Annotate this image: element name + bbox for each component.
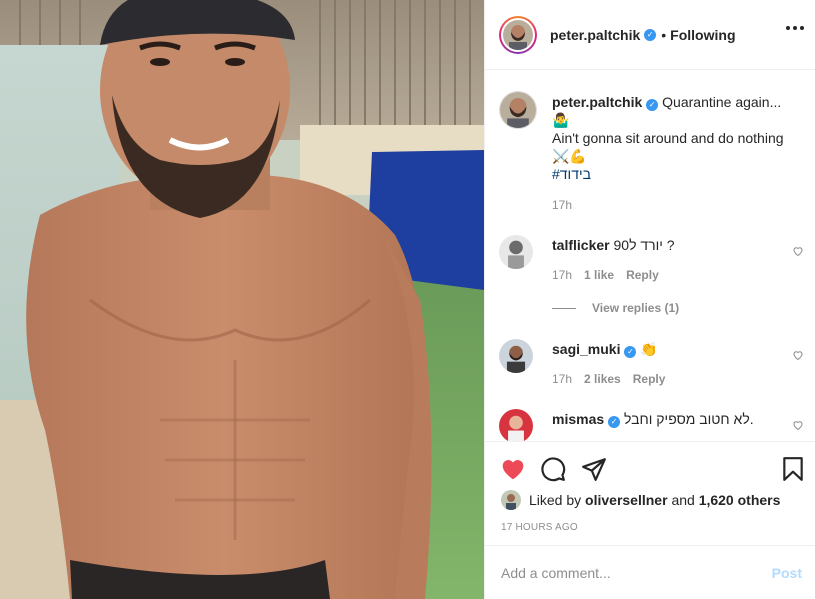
share-icon[interactable] — [581, 456, 607, 482]
reply-button[interactable]: Reply — [633, 372, 666, 386]
heart-filled-icon[interactable] — [500, 456, 526, 482]
liked-by-and: and — [671, 492, 695, 508]
comment-item: talflicker יורד ל90 ? 17h 1 like Reply Vie… — [499, 235, 804, 325]
author-avatar-image — [503, 19, 533, 50]
post-side-panel: peter.paltchik ✓ • Following peter.paltc… — [484, 0, 815, 599]
post-photo[interactable] — [0, 0, 484, 599]
comment-text: mismas ✓ לא חטוב מספיק וחבל. — [552, 410, 784, 428]
comment-likes[interactable]: 2 likes — [584, 372, 621, 386]
others-count-link[interactable]: 1,620 others — [699, 492, 781, 508]
post-header: peter.paltchik ✓ • Following — [485, 0, 815, 70]
post-button[interactable]: Post — [772, 565, 802, 581]
commenter-avatar-image — [499, 409, 533, 441]
comment-item: sagi_muki ✓ 👏 17h 2 likes Reply — [499, 339, 804, 399]
caption-text: peter.paltchik ✓ Quarantine again... 🤷‍♂️… — [552, 93, 784, 183]
commenter-avatar[interactable] — [499, 339, 533, 373]
view-replies-label: View replies (1) — [592, 301, 680, 315]
comment-body: לא חטוב מספיק וחבל. — [624, 411, 754, 427]
caption-emoji1: 🤷‍♂️ — [552, 112, 570, 128]
liker-avatar-image — [501, 490, 521, 510]
comment-username[interactable]: mismas — [552, 411, 604, 427]
comment-composer: Post — [485, 545, 815, 599]
comment-text: talflicker יורד ל90 ? — [552, 236, 784, 254]
replies-divider — [552, 307, 576, 309]
caption-hashtag[interactable]: #בידוד — [552, 166, 591, 182]
heart-outline-icon[interactable] — [792, 419, 804, 431]
caption-time[interactable]: 17h — [552, 198, 572, 212]
comments-list[interactable]: peter.paltchik ✓ Quarantine again... 🤷‍♂️… — [485, 71, 815, 441]
following-button[interactable]: Following — [670, 27, 735, 43]
reply-button[interactable]: Reply — [626, 268, 659, 282]
caption-avatar[interactable] — [499, 91, 537, 129]
verified-icon: ✓ — [644, 28, 657, 41]
caption: peter.paltchik ✓ Quarantine again... 🤷‍♂️… — [499, 91, 804, 221]
comment-meta: 17h 2 likes Reply — [552, 372, 665, 386]
caption-line2: Ain't gonna sit around and do nothing — [552, 130, 784, 146]
comment-time[interactable]: 17h — [552, 372, 572, 386]
bookmark-icon[interactable] — [780, 456, 806, 482]
comment-input[interactable] — [501, 564, 772, 581]
author-avatar[interactable] — [499, 15, 537, 54]
comment-text: sagi_muki ✓ 👏 — [552, 340, 784, 358]
verified-icon: ✓ — [624, 346, 637, 358]
commenter-avatar-image — [499, 339, 533, 373]
likes-summary: Liked by oliversellner and 1,620 others — [501, 490, 780, 510]
commenter-avatar-image — [499, 235, 533, 269]
view-replies-button[interactable]: View replies (1) — [552, 301, 679, 315]
liked-by-prefix: Liked by — [529, 492, 582, 508]
comment-body: יורד ל90 ? — [613, 237, 675, 253]
heart-outline-icon[interactable] — [792, 349, 804, 361]
comment-body: 👏 — [640, 341, 658, 357]
commenter-avatar[interactable] — [499, 409, 533, 441]
heart-outline-icon[interactable] — [792, 245, 804, 257]
separator-dot: • — [661, 26, 667, 43]
comment-icon[interactable] — [540, 456, 566, 482]
more-options-icon[interactable] — [786, 26, 804, 30]
liker-username[interactable]: oliversellner — [585, 492, 668, 508]
comment-item: mismas ✓ לא חטוב מספיק וחבל. — [499, 409, 804, 441]
post-timestamp[interactable]: 17 HOURS AGO — [501, 522, 578, 533]
verified-icon: ✓ — [608, 416, 621, 428]
comment-username[interactable]: sagi_muki — [552, 341, 620, 357]
author-username[interactable]: peter.paltchik — [550, 27, 640, 43]
comment-meta: 17h 1 like Reply — [552, 268, 659, 282]
post-actions: Liked by oliversellner and 1,620 others … — [485, 441, 815, 545]
caption-username[interactable]: peter.paltchik — [552, 94, 642, 110]
caption-avatar-image — [500, 92, 536, 128]
liker-avatar[interactable] — [501, 490, 521, 510]
caption-line1: Quarantine again... — [662, 94, 782, 110]
comment-time[interactable]: 17h — [552, 268, 572, 282]
commenter-avatar[interactable] — [499, 235, 533, 269]
comment-username[interactable]: talflicker — [552, 237, 610, 253]
comment-likes[interactable]: 1 like — [584, 268, 614, 282]
caption-emoji2: ⚔️💪 — [552, 148, 587, 164]
post-image — [0, 0, 484, 599]
verified-icon: ✓ — [646, 99, 659, 111]
